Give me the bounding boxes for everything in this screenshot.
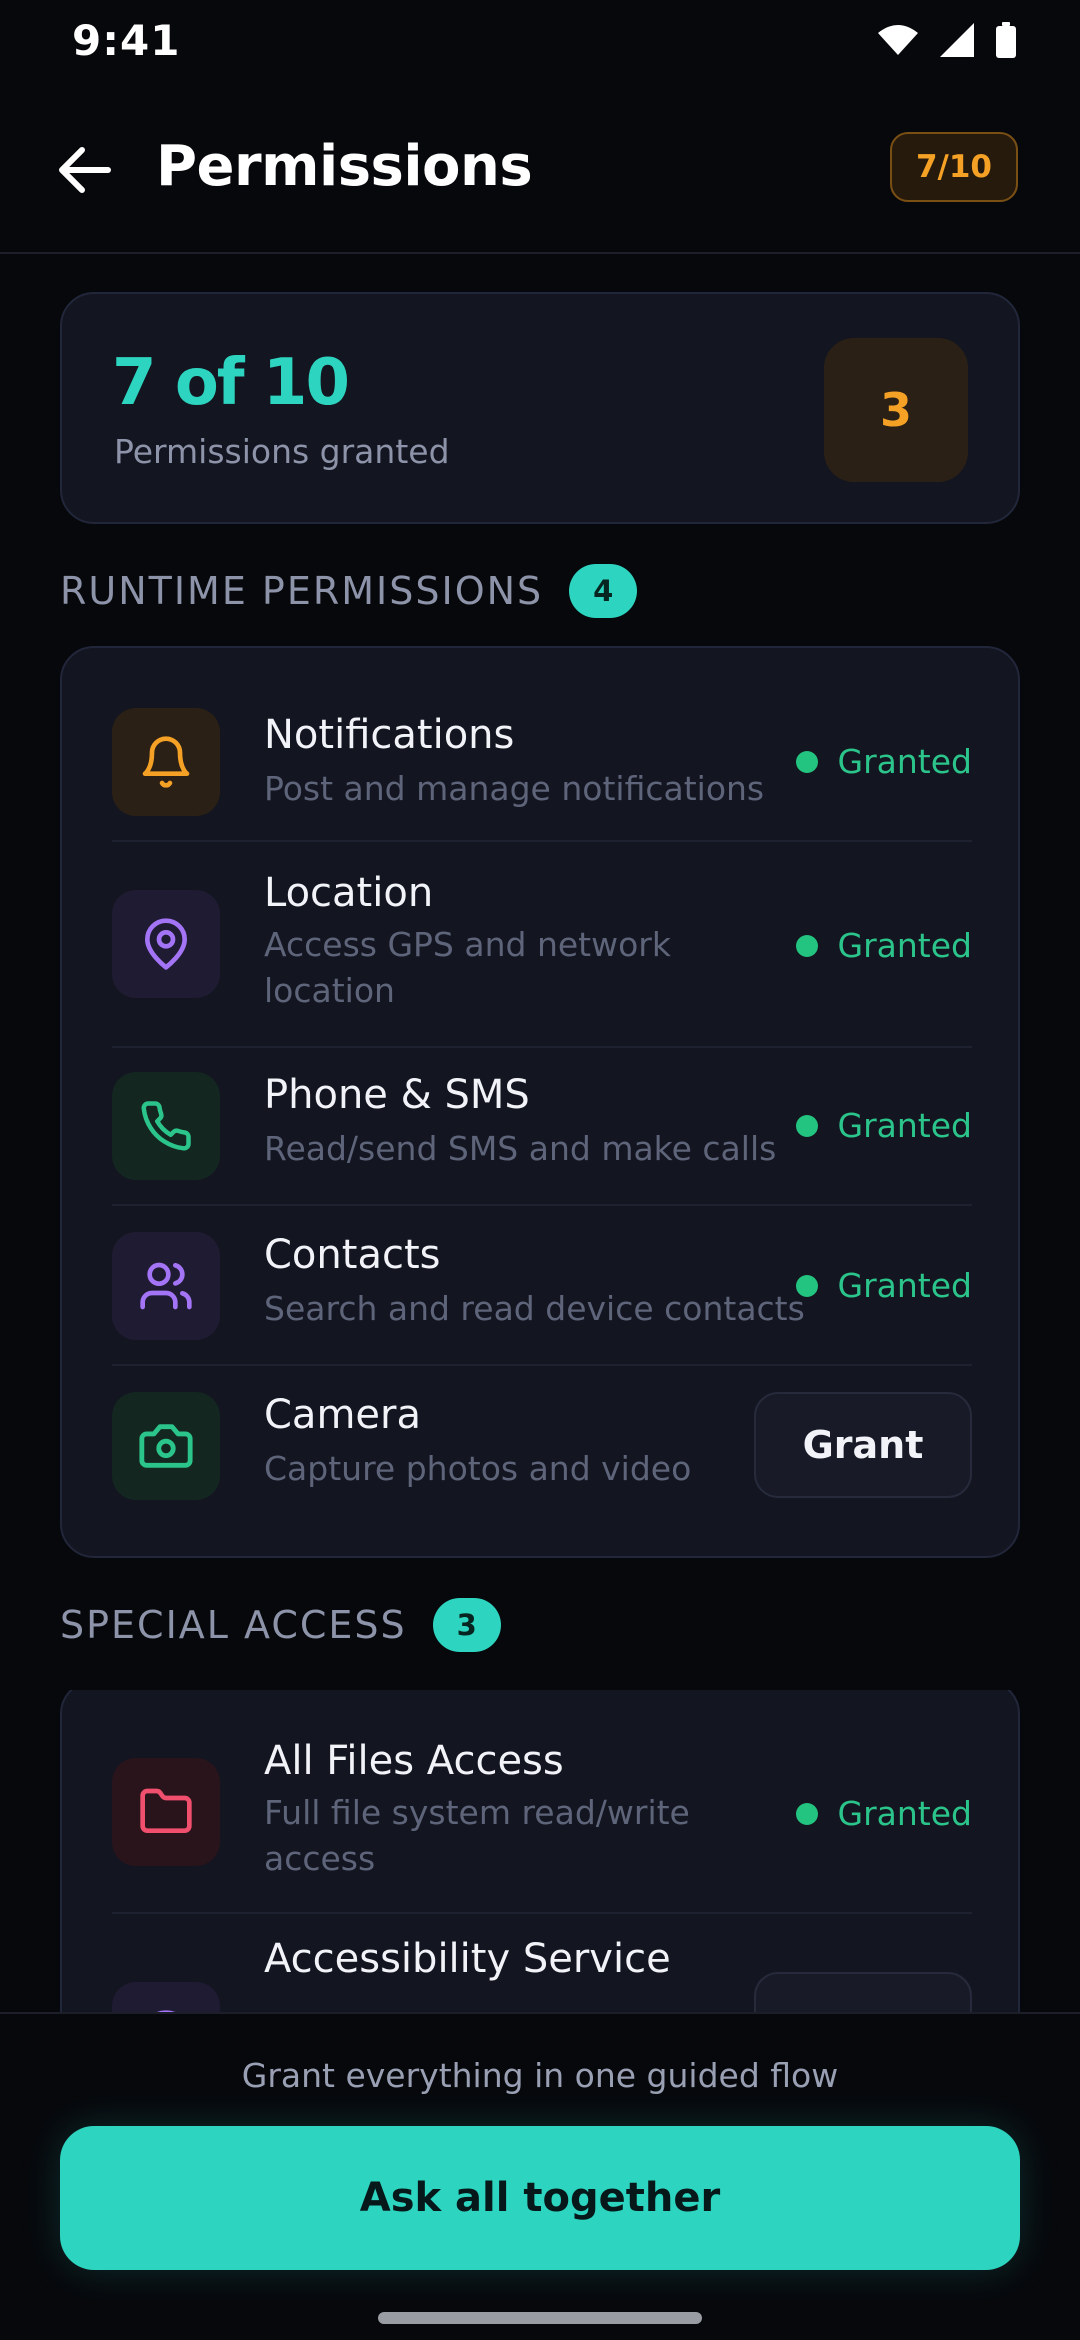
section-title: SPECIAL ACCESS [60, 1603, 407, 1647]
back-button[interactable] [44, 130, 124, 210]
divider [112, 840, 972, 842]
status-label: Granted [837, 1106, 972, 1145]
permission-title: Accessibility Service [264, 1936, 671, 1982]
status-label: Granted [837, 1266, 972, 1305]
battery-icon [996, 22, 1016, 58]
status-dot [795, 1274, 818, 1297]
wifi-icon [878, 25, 918, 55]
status-label: Granted [837, 742, 972, 781]
permission-row-accessibility[interactable]: Accessibility Service [112, 1936, 972, 2012]
granted-count: 7 of 10 [112, 346, 350, 420]
divider [112, 1364, 972, 1366]
users-icon [112, 1232, 220, 1340]
section-header-runtime: RUNTIME PERMISSIONS 4 [60, 564, 638, 618]
divider [112, 1912, 972, 1914]
pending-count: 3 [824, 338, 968, 482]
permission-desc: Post and manage notifications [264, 769, 765, 808]
arrow-left-icon [59, 147, 111, 193]
section-count-badge: 4 [569, 564, 638, 618]
app-bar: Permissions 7/10 [0, 100, 1080, 254]
runtime-permissions-card: Notifications Post and manage notificati… [60, 646, 1020, 1558]
permission-title: Notifications [264, 712, 515, 758]
status-time: 9:41 [72, 16, 181, 65]
status-granted: Granted [795, 1794, 972, 1833]
permission-row-all-files[interactable]: All Files Access Full file system read/w… [112, 1738, 972, 1884]
permission-desc: Capture photos and video [264, 1449, 692, 1488]
status-granted: Granted [795, 1106, 972, 1145]
granted-label: Permissions granted [114, 432, 450, 471]
permission-desc: Full file system read/write access [264, 1793, 690, 1878]
permission-desc: Search and read device contacts [264, 1289, 805, 1328]
permission-title: Camera [264, 1392, 421, 1438]
status-granted: Granted [795, 926, 972, 965]
divider [112, 1046, 972, 1048]
status-granted: Granted [795, 1266, 972, 1305]
status-dot [795, 934, 818, 957]
status-dot [795, 750, 818, 773]
signal-icon [940, 23, 974, 57]
bell-icon [112, 708, 220, 816]
status-label: Granted [837, 1794, 972, 1833]
permission-desc: Access GPS and network location [264, 925, 671, 1010]
ask-all-button[interactable]: Ask all together [60, 2126, 1020, 2270]
progress-badge: 7/10 [890, 132, 1018, 202]
accessibility-icon [112, 1982, 220, 2012]
permission-row-notifications[interactable]: Notifications Post and manage notificati… [112, 708, 972, 818]
section-header-special: SPECIAL ACCESS 3 [60, 1598, 501, 1652]
grant-button-accessibility[interactable] [754, 1972, 972, 2012]
page-title: Permissions [156, 134, 533, 199]
phone-icon [112, 1072, 220, 1180]
bottom-panel: Grant everything in one guided flow Ask … [0, 2012, 1080, 2340]
status-label: Granted [837, 926, 972, 965]
permission-title: All Files Access [264, 1738, 564, 1784]
home-indicator [378, 2312, 702, 2324]
section-title: RUNTIME PERMISSIONS [60, 569, 544, 613]
special-scroll-area: All Files Access Full file system read/w… [0, 1690, 1080, 2012]
divider [112, 1204, 972, 1206]
summary-card: 7 of 10 Permissions granted 3 [60, 292, 1020, 524]
status-granted: Granted [795, 742, 972, 781]
permission-title: Location [264, 870, 434, 916]
status-icons [878, 22, 1016, 58]
section-count-badge: 3 [432, 1598, 501, 1652]
status-dot [795, 1802, 818, 1825]
status-dot [795, 1114, 818, 1137]
map-pin-icon [112, 890, 220, 998]
status-bar: 9:41 [0, 0, 1080, 84]
permission-row-camera[interactable]: Camera Capture photos and video Grant [112, 1392, 972, 1502]
permission-row-phone-sms[interactable]: Phone & SMS Read/send SMS and make calls… [112, 1072, 972, 1182]
grant-button-camera[interactable]: Grant [754, 1392, 972, 1498]
folder-icon [112, 1758, 220, 1866]
permission-row-location[interactable]: Location Access GPS and network location… [112, 870, 972, 1016]
hint-text: Grant everything in one guided flow [241, 2056, 839, 2095]
permission-title: Contacts [264, 1232, 441, 1278]
special-access-card: All Files Access Full file system read/w… [60, 1690, 1020, 2012]
permission-desc: Read/send SMS and make calls [264, 1129, 777, 1168]
permission-row-contacts[interactable]: Contacts Search and read device contacts… [112, 1232, 972, 1342]
permission-title: Phone & SMS [264, 1072, 530, 1118]
camera-icon [112, 1392, 220, 1500]
